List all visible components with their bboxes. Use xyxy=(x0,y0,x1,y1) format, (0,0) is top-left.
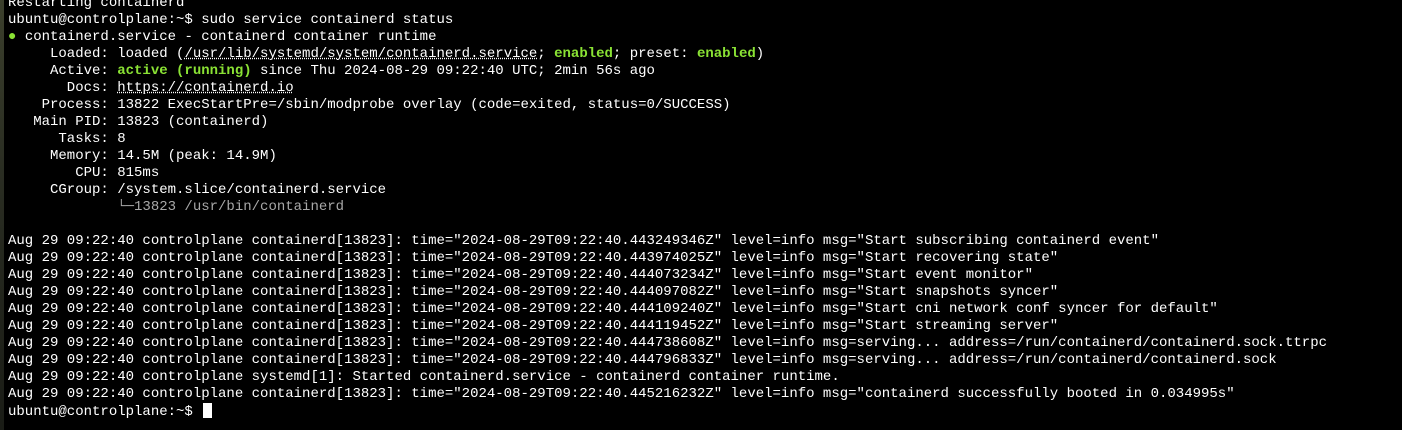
log-line: Aug 29 09:22:40 controlplane containerd[… xyxy=(8,301,1218,317)
cgroup-child-line: └─13823 /usr/bin/containerd xyxy=(8,199,1402,216)
active-since: since Thu 2024-08-29 09:22:40 UTC; 2min … xyxy=(251,63,655,79)
loaded-suffix: ) xyxy=(755,46,765,62)
unit-title-line: ● containerd.service - containerd contai… xyxy=(8,29,1402,46)
log-line: Aug 29 09:22:40 controlplane containerd[… xyxy=(8,233,1159,249)
log-line: Aug 29 09:22:40 controlplane containerd[… xyxy=(8,267,1033,283)
docs-line: Docs: https://containerd.io xyxy=(8,80,1402,97)
unit-file-path-link[interactable]: /usr/lib/systemd/system/containerd.servi… xyxy=(184,46,537,62)
log-line: Aug 29 09:22:40 controlplane containerd[… xyxy=(8,250,1059,266)
enabled-status: enabled xyxy=(554,46,613,62)
status-dot-icon: ● xyxy=(8,29,17,45)
terminal-window[interactable]: Restarting containerd ubuntu@controlplan… xyxy=(0,0,1402,430)
memory-line: Memory: 14.5M (peak: 14.9M) xyxy=(8,148,277,164)
prompt: ubuntu@controlplane:~$ xyxy=(8,12,193,28)
preset-label: ; preset: xyxy=(612,46,697,62)
log-line: Aug 29 09:22:40 controlplane containerd[… xyxy=(8,352,1277,368)
log-line: Aug 29 09:22:40 controlplane containerd[… xyxy=(8,318,1059,334)
loaded-label: Loaded: xyxy=(8,46,118,62)
command-text: sudo service containerd status xyxy=(201,12,454,28)
cpu-line: CPU: 815ms xyxy=(8,165,160,181)
log-line: Aug 29 09:22:40 controlplane containerd[… xyxy=(8,284,1059,300)
command-line: ubuntu@controlplane:~$ sudo service cont… xyxy=(8,12,1402,29)
docs-label: Docs: xyxy=(8,80,118,96)
log-line: Aug 29 09:22:40 controlplane containerd[… xyxy=(8,386,1235,402)
cgroup-line: CGroup: /system.slice/containerd.service xyxy=(8,182,387,198)
cgroup-child-process: └─13823 /usr/bin/containerd xyxy=(117,199,345,215)
active-label: Active: xyxy=(8,63,118,79)
log-line: Aug 29 09:22:40 controlplane systemd[1]:… xyxy=(8,369,840,385)
process-line: Process: 13822 ExecStartPre=/sbin/modpro… xyxy=(8,97,731,113)
tasks-line: Tasks: 8 xyxy=(8,131,126,147)
final-prompt-line[interactable]: ubuntu@controlplane:~$ xyxy=(8,403,1402,420)
docs-link[interactable]: https://containerd.io xyxy=(117,80,293,96)
loaded-prefix: loaded ( xyxy=(117,46,185,62)
prev-output-line: Restarting containerd xyxy=(8,0,185,11)
final-prompt: ubuntu@controlplane:~$ xyxy=(8,404,202,420)
loaded-line: Loaded: loaded (/usr/lib/systemd/system/… xyxy=(8,46,1402,63)
active-line: Active: active (running) since Thu 2024-… xyxy=(8,63,1402,80)
terminal-output: Restarting containerd ubuntu@controlplan… xyxy=(8,0,1402,420)
active-state: active (running) xyxy=(117,63,252,79)
unit-title: containerd.service - containerd containe… xyxy=(24,29,437,45)
text-cursor xyxy=(203,403,213,418)
preset-status: enabled xyxy=(696,46,756,62)
cgroup-indent xyxy=(8,199,117,215)
main-pid-line: Main PID: 13823 (containerd) xyxy=(8,114,269,130)
log-line: Aug 29 09:22:40 controlplane containerd[… xyxy=(8,335,1328,351)
desktop-background-strip xyxy=(0,0,4,430)
loaded-separator: ; xyxy=(537,46,555,62)
